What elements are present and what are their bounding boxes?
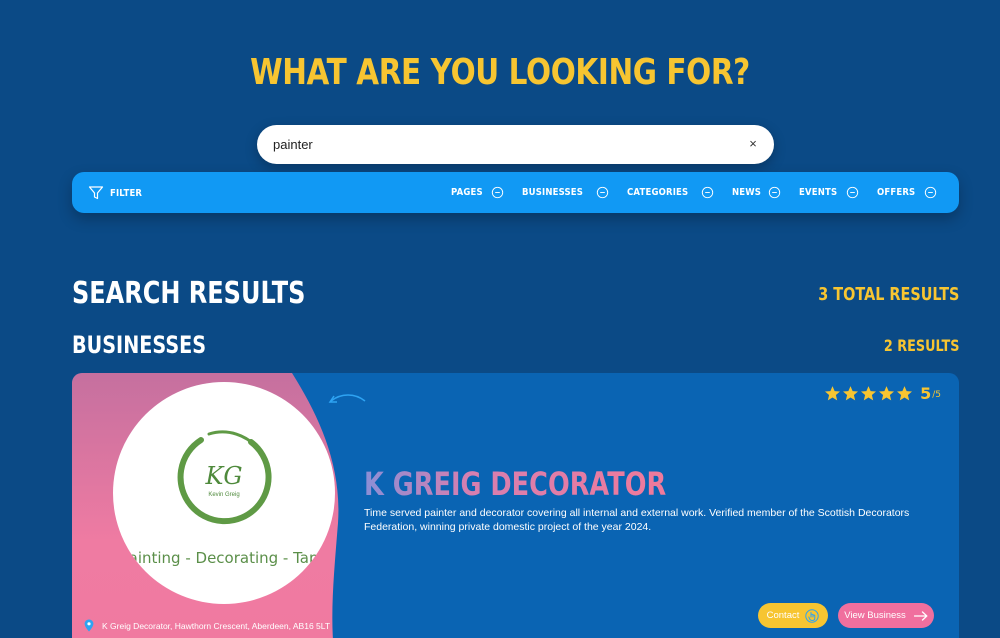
business-description: Time served painter and decorator coveri… <box>364 507 910 533</box>
rating-max: /5 <box>932 390 941 400</box>
star-icon <box>861 386 877 401</box>
search-input[interactable] <box>273 125 733 164</box>
businesses-results-count: 2 RESULTS <box>883 336 959 355</box>
tab-label: BUSINESSES <box>521 187 583 198</box>
tab-label: PAGES <box>451 187 484 198</box>
search-results-heading: SEARCH RESULTS <box>72 276 306 311</box>
total-results-count: 3 TOTAL RESULTS <box>817 284 959 305</box>
business-result-card: KG Kevin Greig Painting - Decorating - T… <box>72 373 959 638</box>
view-business-label: View Business <box>844 610 906 621</box>
minus-circle-icon <box>846 186 859 199</box>
business-name: K GREIG DECORATOR <box>364 465 667 503</box>
tab-businesses[interactable]: BUSINESSES <box>522 186 609 199</box>
tab-categories[interactable]: CATEGORIES <box>627 186 714 199</box>
tab-label: EVENTS <box>798 187 838 198</box>
business-address: K Greig Decorator, Hawthorn Crescent, Ab… <box>84 619 330 632</box>
map-pin-icon <box>84 619 94 632</box>
star-icon <box>897 386 913 401</box>
search-box: × <box>257 125 774 164</box>
contact-button[interactable]: Contact <box>758 603 828 628</box>
minus-circle-icon <box>701 186 713 199</box>
rating-value: 5 <box>920 384 932 403</box>
page-heading: WHAT ARE YOU LOOKING FOR? <box>250 52 750 93</box>
clear-search-icon[interactable]: × <box>746 137 760 151</box>
address-text: K Greig Decorator, Hawthorn Crescent, Ab… <box>102 620 331 631</box>
business-logo: KG Kevin Greig Painting - Decorating - T… <box>113 382 335 604</box>
tab-news[interactable]: NEWS <box>732 186 781 199</box>
minus-circle-icon <box>768 186 781 199</box>
view-business-button[interactable]: View Business <box>838 603 934 628</box>
star-icon <box>843 386 859 401</box>
curved-arrow-icon <box>328 394 366 403</box>
pointer-hand-icon <box>805 608 820 623</box>
logo-tagline: Painting - Decorating - Taping <box>120 549 335 567</box>
logo-monogram: KG <box>205 462 243 490</box>
filter-label: FILTER <box>110 187 143 199</box>
filter-bar: FILTER PAGES BUSINESSES CATEGORIES NEWS … <box>72 172 959 213</box>
tab-label: CATEGORIES <box>626 187 688 198</box>
star-icon <box>825 386 841 401</box>
star-rating: 5 /5 <box>824 385 941 402</box>
tab-label: OFFERS <box>876 187 916 198</box>
star-icon <box>879 386 895 401</box>
businesses-section-heading: BUSINESSES <box>72 331 207 359</box>
arrow-right-icon <box>913 610 928 621</box>
funnel-icon <box>88 186 104 200</box>
result-type-tabs: PAGES BUSINESSES CATEGORIES NEWS EVENTS … <box>451 172 937 213</box>
tab-events[interactable]: EVENTS <box>799 186 859 199</box>
minus-circle-icon <box>596 186 608 199</box>
contact-button-label: Contact <box>766 610 800 621</box>
logo-owner-name: Kevin Greig <box>208 492 240 498</box>
tab-label: NEWS <box>731 187 761 198</box>
filter-button[interactable]: FILTER <box>88 184 148 202</box>
tab-offers[interactable]: OFFERS <box>877 186 937 199</box>
tab-pages[interactable]: PAGES <box>451 186 503 199</box>
minus-circle-icon <box>491 186 503 199</box>
minus-circle-icon <box>924 186 937 199</box>
